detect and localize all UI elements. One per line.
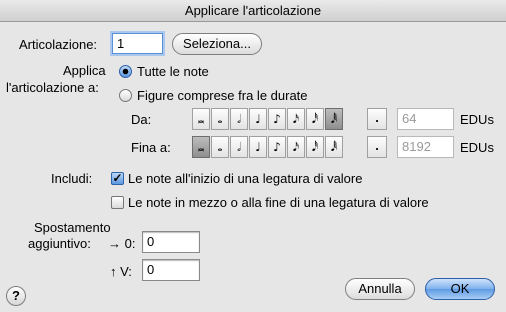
window-title: Applicare l'articolazione [184, 3, 322, 18]
seleziona-button[interactable]: Seleziona... [172, 33, 262, 55]
title-bar: Applicare l'articolazione [0, 0, 506, 22]
half-note-icon[interactable]: 𝅗𝅥 [230, 136, 248, 158]
applica-label-line2: l'articolazione a: [6, 80, 99, 95]
dot-toggle-from[interactable]: . [367, 108, 387, 130]
vertical-offset-label: ↑ V: [110, 264, 132, 279]
radio-tutte-le-note[interactable] [119, 65, 132, 78]
fina-a-edus-input[interactable]: 8192 [397, 136, 454, 158]
thirty-second-note-icon[interactable]: 𝅘𝅥𝅰 [306, 136, 324, 158]
help-button[interactable]: ? [6, 286, 26, 306]
vertical-offset-input[interactable]: 0 [142, 259, 200, 281]
quarter-note-icon[interactable]: ♩ [249, 136, 267, 158]
horizontal-offset-label: → 0: [108, 236, 136, 251]
whole-note-icon[interactable]: 𝅝 [211, 108, 229, 130]
da-edus-input[interactable]: 64 [397, 108, 454, 130]
checkbox-mezzo-fine-legatura[interactable] [111, 196, 124, 209]
quarter-note-icon[interactable]: ♩ [249, 108, 267, 130]
dot-toggle-to[interactable]: . [367, 136, 387, 158]
horizontal-offset-input[interactable]: 0 [142, 231, 200, 253]
double-whole-note-icon[interactable]: 𝅜 [192, 136, 210, 158]
da-edus-unit: EDUs [460, 112, 494, 127]
sixty-fourth-note-icon[interactable]: 𝅘𝅥𝅱 [325, 136, 343, 158]
checkbox-inizio-legatura[interactable]: ✓ [111, 172, 124, 185]
option-tutte-le-note-label: Tutte le note [137, 64, 209, 79]
thirty-second-note-icon[interactable]: 𝅘𝅥𝅰 [306, 108, 324, 130]
fina-a-edus-unit: EDUs [460, 140, 494, 155]
fina-a-label: Fina a: [131, 140, 171, 155]
half-note-icon[interactable]: 𝅗𝅥 [230, 108, 248, 130]
spostamento-label-line1: Spostamento [34, 220, 111, 235]
applica-label-line1: Applica [63, 63, 106, 78]
eighth-note-icon[interactable]: ♪ [268, 136, 286, 158]
sixty-fourth-note-icon[interactable]: 𝅘𝅥𝅱 [325, 108, 343, 130]
double-whole-note-icon[interactable]: 𝅜 [192, 108, 210, 130]
eighth-note-icon[interactable]: ♪ [268, 108, 286, 130]
checkbox-inizio-legatura-label: Le note all'inizio di una legatura di va… [128, 171, 363, 186]
cancel-button[interactable]: Annulla [345, 278, 415, 300]
ok-button[interactable]: OK [425, 278, 495, 300]
da-label: Da: [131, 112, 152, 127]
option-figure-comprese-label: Figure comprese fra le durate [137, 88, 308, 103]
radio-figure-comprese[interactable] [119, 89, 132, 102]
sixteenth-note-icon[interactable]: 𝅘𝅥𝅯 [287, 108, 305, 130]
spostamento-label-line2: aggiuntivo: [28, 236, 91, 251]
sixteenth-note-icon[interactable]: 𝅘𝅥𝅯 [287, 136, 305, 158]
duration-selector-from: 𝅜 𝅝 𝅗𝅥 ♩ ♪ 𝅘𝅥𝅯 𝅘𝅥𝅰 𝅘𝅥𝅱 [192, 108, 344, 130]
whole-note-icon[interactable]: 𝅝 [211, 136, 229, 158]
duration-selector-to: 𝅜 𝅝 𝅗𝅥 ♩ ♪ 𝅘𝅥𝅯 𝅘𝅥𝅰 𝅘𝅥𝅱 [192, 136, 344, 158]
includi-label: Includi: [51, 171, 93, 186]
articolazione-label: Articolazione: [19, 37, 98, 52]
articolazione-input[interactable]: 1 [112, 33, 163, 54]
checkbox-mezzo-fine-legatura-label: Le note in mezzo o alla fine di una lega… [128, 195, 429, 210]
